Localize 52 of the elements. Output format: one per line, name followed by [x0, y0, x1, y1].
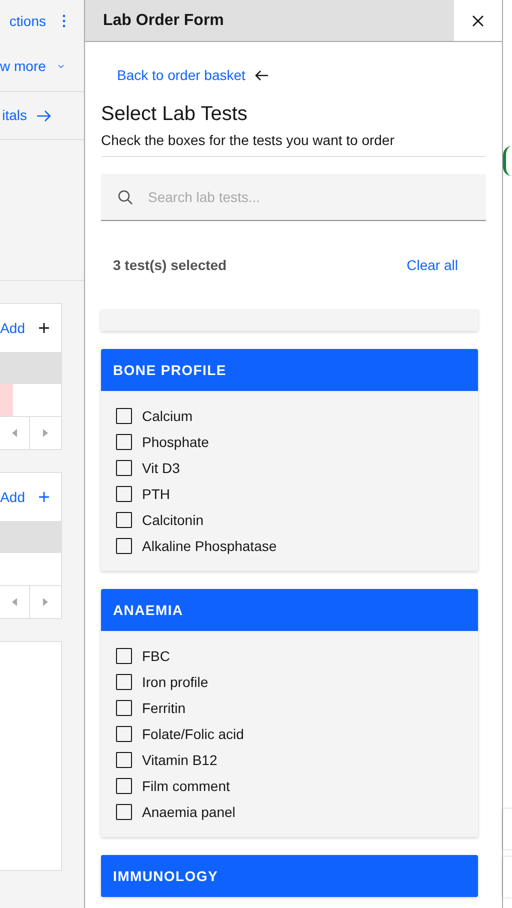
- test-label: Alkaline Phosphatase: [142, 536, 277, 556]
- checkbox[interactable]: [116, 538, 132, 554]
- test-label: Calcium: [142, 406, 193, 426]
- group-title: IMMUNOLOGY: [113, 866, 218, 886]
- checkbox[interactable]: [116, 726, 132, 742]
- test-label: Folate/Folic acid: [142, 724, 244, 744]
- checkbox[interactable]: [116, 408, 132, 424]
- checkbox[interactable]: [116, 804, 132, 820]
- test-label: PTH: [142, 484, 170, 504]
- checkbox[interactable]: [116, 486, 132, 502]
- test-label: Vitamin B12: [142, 750, 218, 770]
- test-label: Anaemia panel: [142, 802, 236, 822]
- search-icon: [118, 190, 133, 205]
- checkbox[interactable]: [116, 674, 132, 690]
- caret-left-icon: [12, 598, 17, 606]
- search-field[interactable]: Search lab tests...: [101, 174, 486, 221]
- vitals-link[interactable]: itals: [2, 105, 27, 126]
- selection-count: 3 test(s) selected: [113, 256, 227, 275]
- caret-left-icon: [12, 429, 17, 437]
- actions-link[interactable]: ctions: [9, 10, 46, 32]
- section-subtitle: Check the boxes for the tests you want to order: [101, 131, 396, 150]
- arrow-left-icon: [255, 70, 268, 80]
- checkbox[interactable]: [116, 512, 132, 528]
- add-link[interactable]: Add: [0, 318, 25, 338]
- show-more-link[interactable]: w more: [0, 56, 46, 77]
- drawer-title: Lab Order Form: [103, 10, 224, 30]
- checkbox[interactable]: [116, 700, 132, 716]
- test-label: Vit D3: [142, 458, 180, 478]
- clear-all-link[interactable]: Clear all: [406, 254, 458, 276]
- close-icon: [472, 14, 484, 26]
- checkbox[interactable]: [116, 778, 132, 794]
- test-label: Phosphate: [142, 432, 209, 452]
- test-label: Film comment: [142, 776, 230, 796]
- group-title: ANAEMIA: [113, 600, 184, 620]
- test-label: Iron profile: [142, 672, 208, 692]
- add-link[interactable]: Add: [0, 486, 25, 508]
- highlight-cell: [0, 384, 13, 416]
- more-options-icon[interactable]: [62, 14, 66, 28]
- checkbox[interactable]: [116, 434, 132, 450]
- section-heading: Select Lab Tests: [101, 102, 248, 127]
- checkbox[interactable]: [116, 460, 132, 476]
- test-label: Ferritin: [142, 698, 186, 718]
- caret-right-icon: [43, 429, 48, 437]
- checkbox[interactable]: [116, 752, 132, 768]
- chevron-down-icon: [58, 63, 64, 70]
- checkbox[interactable]: [116, 648, 132, 664]
- arrow-right-icon: [37, 110, 52, 122]
- caret-right-icon: [43, 598, 48, 606]
- test-label: Calcitonin: [142, 510, 204, 530]
- group-title: BONE PROFILE: [113, 360, 226, 380]
- test-label: FBC: [142, 646, 170, 666]
- back-link[interactable]: Back to order basket: [117, 64, 246, 86]
